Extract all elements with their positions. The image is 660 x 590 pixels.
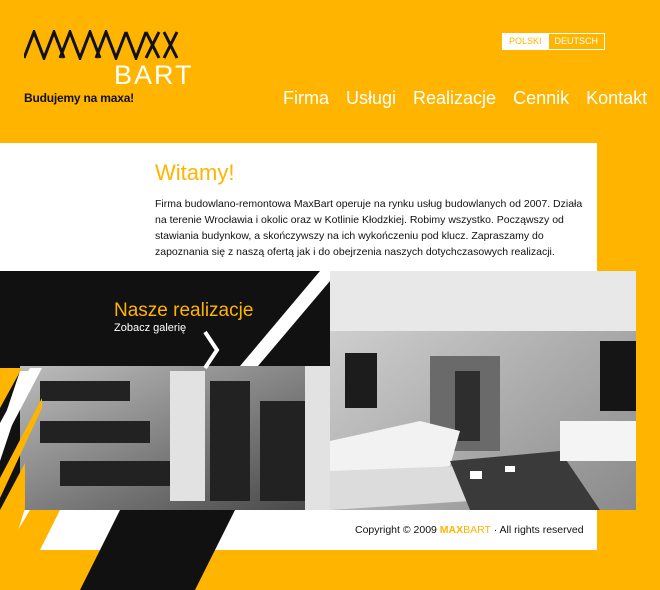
footer-copyright: Copyright © 2009 MAXBART · All rights re… xyxy=(355,524,584,536)
chevron-right-icon[interactable] xyxy=(202,330,220,370)
nav-firma[interactable]: Firma xyxy=(283,88,329,108)
nav-realizacje[interactable]: Realizacje xyxy=(413,88,496,108)
copyright-suffix: · All rights reserved xyxy=(493,524,584,536)
copyright-prefix: Copyright © 2009 xyxy=(355,524,437,536)
nav-cennik[interactable]: Cennik xyxy=(513,88,569,108)
footer-brand-max: MAX xyxy=(439,524,464,536)
gallery-banner[interactable] xyxy=(0,271,636,510)
page-title: Witamy! xyxy=(155,160,235,185)
logo-mark-icon xyxy=(24,30,179,60)
nav-uslugi[interactable]: Usługi xyxy=(346,88,396,108)
bottom-black-stripe xyxy=(0,510,235,590)
intro-text: Firma budowlano-remontowa MaxBart operuj… xyxy=(155,198,583,258)
main-nav: Firma Usługi Realizacje Cennik Kontakt xyxy=(283,88,647,108)
banner-photos xyxy=(0,271,636,510)
tagline: Budujemy na maxa! xyxy=(24,91,134,105)
nav-kontakt[interactable]: Kontakt xyxy=(586,88,647,108)
lang-polski[interactable]: POLSKI xyxy=(502,33,549,50)
language-switcher: POLSKI DEUTSCH xyxy=(502,33,606,50)
gallery-link[interactable]: Zobacz galerię xyxy=(114,322,186,334)
footer-brand-bart: BART xyxy=(463,524,491,536)
lang-deutsch[interactable]: DEUTSCH xyxy=(548,33,606,50)
gallery-title: Nasze realizacje xyxy=(114,300,254,321)
logo-word: BART xyxy=(114,60,194,90)
